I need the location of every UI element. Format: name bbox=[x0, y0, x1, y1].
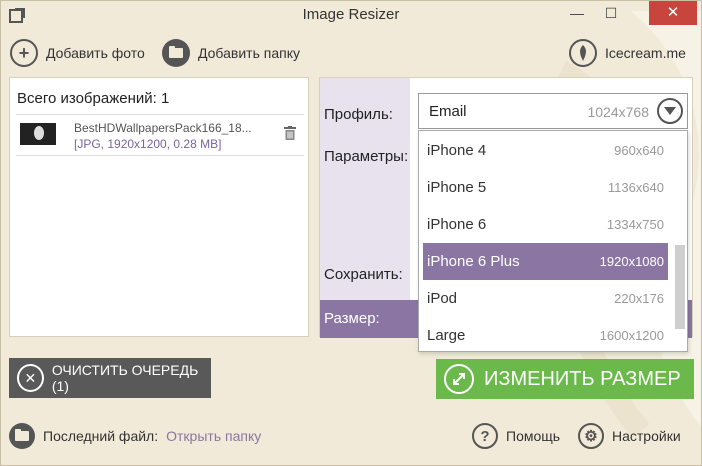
profile-label: Профиль: bbox=[324, 106, 393, 123]
resize-label: ИЗМЕНИТЬ РАЗМЕР bbox=[484, 367, 681, 390]
add-photo-label: Добавить фото bbox=[46, 45, 145, 61]
dropdown-item-name: iPhone 6 Plus bbox=[427, 253, 520, 270]
resize-button[interactable]: ИЗМЕНИТЬ РАЗМЕР bbox=[436, 359, 694, 399]
window-title: Image Resizer bbox=[302, 6, 400, 23]
chevron-down-icon[interactable] bbox=[657, 98, 683, 124]
dropdown-item-name: iPhone 4 bbox=[427, 142, 487, 159]
title-bar: Image Resizer — ☐ ✕ bbox=[1, 1, 701, 31]
help-label: Помощь bbox=[506, 428, 561, 444]
dropdown-item-large[interactable]: Large 1600x1200 bbox=[423, 317, 668, 354]
dropdown-item-resolution: 1334x750 bbox=[606, 217, 664, 232]
dropdown-item-iphone-6-plus[interactable]: iPhone 6 Plus 1920x1080 bbox=[423, 243, 668, 280]
last-file-label: Последний файл: bbox=[43, 428, 159, 444]
profile-dropdown-list: iPhone 4 960x640 iPhone 5 1136x640 iPhon… bbox=[418, 130, 688, 352]
help-icon: ? bbox=[472, 423, 498, 449]
add-folder-button[interactable]: Добавить папку bbox=[162, 38, 300, 68]
icecream-brand-link[interactable]: Icecream.me bbox=[569, 38, 686, 68]
settings-button[interactable]: ⚙ Настройки bbox=[578, 422, 681, 450]
image-thumbnail bbox=[20, 123, 56, 145]
gear-icon: ⚙ bbox=[578, 423, 604, 449]
file-meta: [JPG, 1920x1200, 0.28 MB] bbox=[74, 137, 222, 151]
list-item[interactable]: BestHDWallpapersPack166_18... [JPG, 1920… bbox=[16, 114, 304, 156]
dropdown-item-resolution: 1600x1200 bbox=[599, 328, 664, 343]
folder-icon bbox=[9, 423, 35, 449]
help-button[interactable]: ? Помощь bbox=[472, 422, 560, 450]
dropdown-item-iphone-4[interactable]: iPhone 4 960x640 bbox=[423, 132, 668, 169]
close-icon: ✕ bbox=[17, 364, 44, 392]
dropdown-item-resolution: 960x640 bbox=[614, 143, 664, 158]
dropdown-item-name: iPod bbox=[427, 290, 458, 307]
save-label: Сохранить: bbox=[324, 266, 403, 283]
profile-selected-name: Email bbox=[429, 103, 467, 120]
dropdown-item-name: iPhone 6 bbox=[427, 216, 487, 233]
settings-label: Настройки bbox=[612, 428, 681, 444]
dropdown-item-resolution: 1136x640 bbox=[607, 180, 664, 195]
size-label: Размер: bbox=[324, 310, 380, 327]
last-file-area: Последний файл: Открыть папку bbox=[9, 422, 261, 450]
dropdown-item-name: iPhone 5 bbox=[427, 179, 487, 196]
params-label: Параметры: bbox=[324, 148, 409, 165]
maximize-button[interactable]: ☐ bbox=[597, 1, 625, 25]
dropdown-item-name: Large bbox=[427, 327, 466, 344]
icecream-logo-icon bbox=[569, 39, 597, 67]
dropdown-item-resolution: 1920x1080 bbox=[599, 254, 664, 269]
open-folder-link[interactable]: Открыть папку bbox=[166, 428, 261, 444]
dropdown-item-iphone-6[interactable]: iPhone 6 1334x750 bbox=[423, 206, 668, 243]
resize-arrows-icon bbox=[444, 364, 474, 394]
profile-selected-resolution: 1024x768 bbox=[587, 104, 649, 120]
plus-icon: + bbox=[10, 39, 38, 67]
app-window: Image Resizer — ☐ ✕ + Добавить фото Доба… bbox=[0, 0, 702, 466]
file-name: BestHDWallpapersPack166_18... bbox=[74, 121, 252, 135]
dropdown-item-resolution: 220x176 bbox=[614, 291, 664, 306]
dropdown-item-ipod[interactable]: iPod 220x176 bbox=[423, 280, 668, 317]
clear-queue-button[interactable]: ✕ ОЧИСТИТЬ ОЧЕРЕДЬ (1) bbox=[9, 358, 211, 398]
trash-icon[interactable] bbox=[284, 126, 296, 140]
dropdown-item-iphone-5[interactable]: iPhone 5 1136x640 bbox=[423, 169, 668, 206]
add-photo-button[interactable]: + Добавить фото bbox=[10, 38, 145, 68]
folder-icon bbox=[162, 39, 190, 67]
image-list-panel: Всего изображений: 1 BestHDWallpapersPac… bbox=[9, 77, 309, 337]
add-folder-label: Добавить папку bbox=[198, 45, 300, 61]
clear-queue-label: ОЧИСТИТЬ ОЧЕРЕДЬ (1) bbox=[51, 362, 199, 394]
dropdown-scrollbar[interactable] bbox=[675, 245, 685, 329]
profile-select[interactable]: Email 1024x768 bbox=[418, 93, 688, 129]
close-button[interactable]: ✕ bbox=[649, 1, 697, 25]
brand-label: Icecream.me bbox=[605, 45, 686, 61]
minimize-button[interactable]: — bbox=[563, 1, 591, 25]
image-count-label: Всего изображений: 1 bbox=[17, 90, 170, 107]
